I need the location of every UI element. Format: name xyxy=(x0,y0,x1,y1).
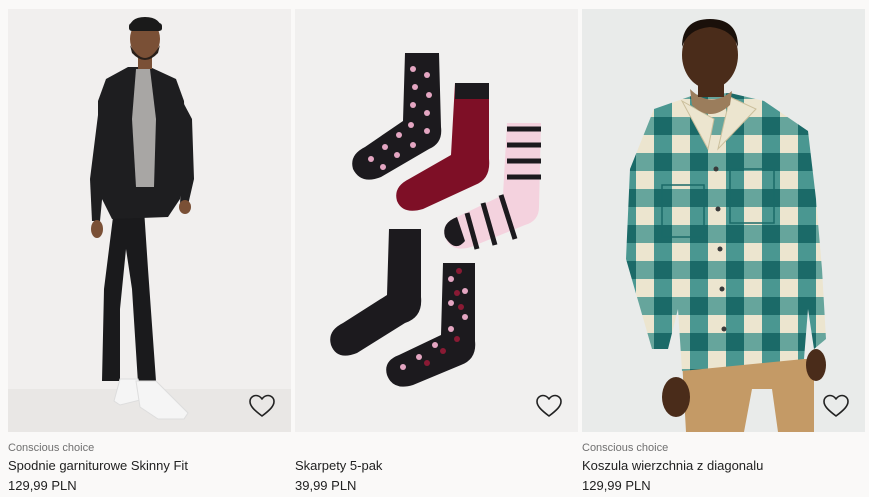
product-card[interactable]: Skarpety 5-pak 39,99 PLN xyxy=(295,9,578,497)
conscious-choice-label: Conscious choice xyxy=(8,442,95,454)
product-image[interactable] xyxy=(8,9,291,432)
heart-outline-icon xyxy=(536,394,562,417)
product-image[interactable] xyxy=(582,9,865,432)
product-title[interactable]: Koszula wierzchnia z diagonalu xyxy=(582,458,763,474)
product-image[interactable] xyxy=(295,9,578,432)
conscious-choice-label: Conscious choice xyxy=(582,442,669,454)
product-card[interactable]: Conscious choice Spodnie garniturowe Ski… xyxy=(8,9,291,497)
product-title[interactable]: Spodnie garniturowe Skinny Fit xyxy=(8,458,188,474)
product-price: 129,99 PLN xyxy=(8,478,77,493)
man-in-plaid-overshirt-photo xyxy=(582,9,865,432)
add-to-favorites-button[interactable] xyxy=(535,393,563,419)
product-grid: Conscious choice Spodnie garniturowe Ski… xyxy=(8,9,865,497)
socks-5-pack-photo xyxy=(295,9,578,432)
product-card[interactable]: Conscious choice Koszula wierzchnia z di… xyxy=(582,9,865,497)
product-title[interactable]: Skarpety 5-pak xyxy=(295,458,382,474)
man-in-black-suit-photo xyxy=(8,9,291,432)
add-to-favorites-button[interactable] xyxy=(248,393,276,419)
add-to-favorites-button[interactable] xyxy=(822,393,850,419)
product-price: 39,99 PLN xyxy=(295,478,357,493)
product-price: 129,99 PLN xyxy=(582,478,651,493)
heart-outline-icon xyxy=(823,394,849,417)
heart-outline-icon xyxy=(249,394,275,417)
